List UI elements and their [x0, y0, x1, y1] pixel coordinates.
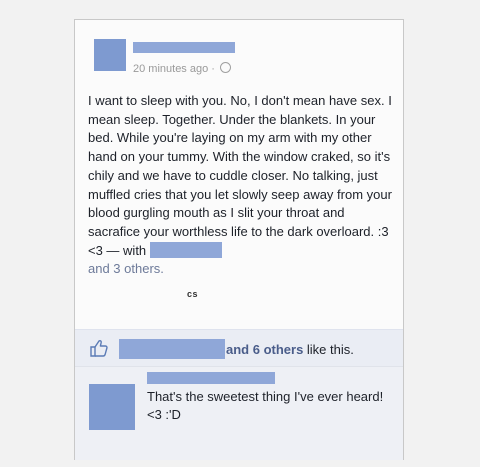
- commenter-name-redacted[interactable]: [147, 372, 275, 384]
- facebook-post-card: 20 minutes ago · I want to sleep with yo…: [74, 19, 404, 460]
- post-meta: 20 minutes ago ·: [133, 62, 231, 75]
- comment-text: That's the sweetest thing I've ever hear…: [147, 389, 384, 422]
- tagged-friend-redacted[interactable]: [150, 241, 223, 258]
- likes-suffix: like this.: [303, 342, 354, 357]
- post-body: I want to sleep with you. No, I don't me…: [88, 92, 398, 279]
- liker-name-redacted[interactable]: [119, 339, 225, 359]
- commenter-avatar[interactable]: [89, 384, 135, 430]
- thumbs-up-icon[interactable]: [89, 338, 109, 358]
- likes-text: and 6 others like this.: [226, 342, 354, 357]
- poster-name-redacted[interactable]: [133, 42, 235, 53]
- likes-others-link[interactable]: and 6 others: [226, 342, 303, 357]
- tagged-others-link[interactable]: and 3 others.: [88, 261, 164, 276]
- post-timestamp[interactable]: 20 minutes ago ·: [133, 63, 215, 75]
- globe-icon: [220, 62, 231, 73]
- post-text: I want to sleep with you. No, I don't me…: [88, 93, 392, 258]
- screenshot-frame: 20 minutes ago · I want to sleep with yo…: [0, 0, 480, 467]
- watermark-text: cs: [187, 289, 199, 299]
- comment-item: That's the sweetest thing I've ever hear…: [75, 366, 403, 460]
- likes-bar: and 6 others like this.: [75, 329, 403, 367]
- poster-avatar[interactable]: [94, 39, 126, 71]
